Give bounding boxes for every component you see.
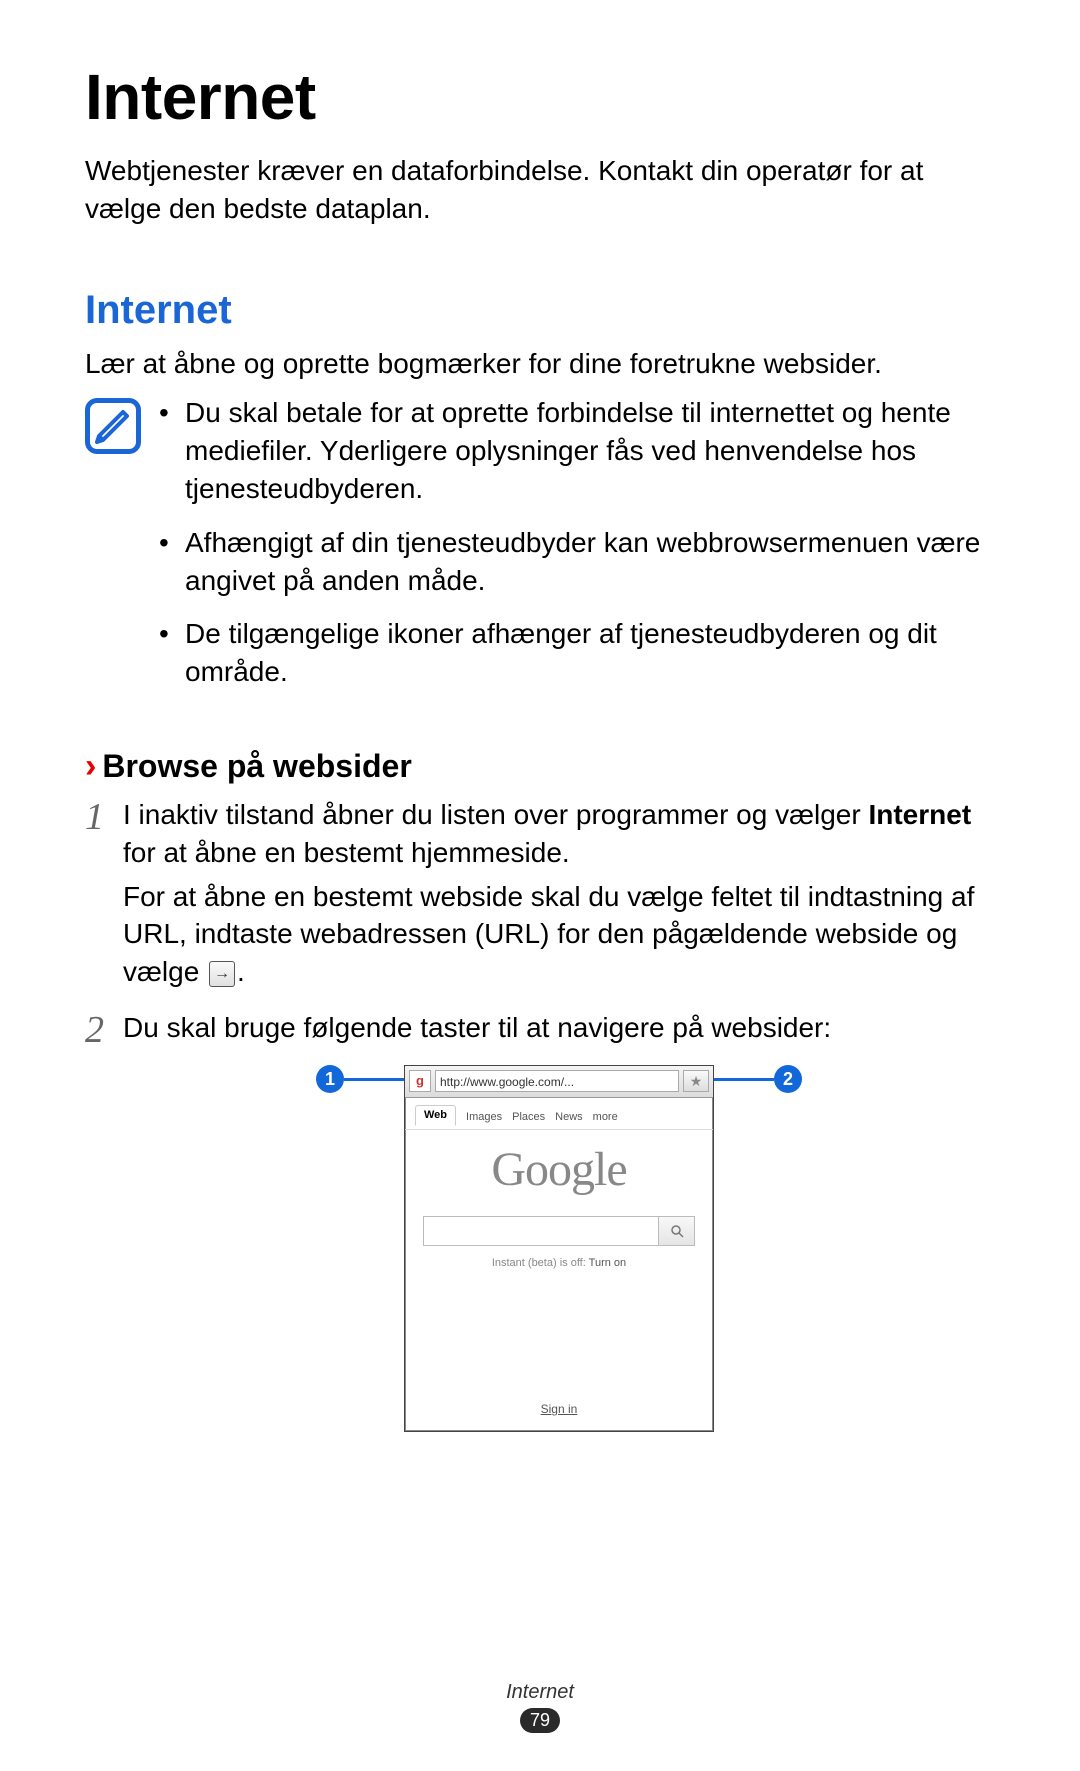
sign-in-link[interactable]: Sign in [405, 1391, 713, 1431]
callout-line [344, 1078, 404, 1081]
step-2-text: Du skal bruge følgende taster til at nav… [123, 1009, 995, 1047]
phone-mock: g http://www.google.com/... ★ Web Images… [404, 1065, 714, 1433]
tab-images[interactable]: Images [466, 1110, 502, 1125]
search-button-icon[interactable] [658, 1217, 694, 1245]
note-item: Du skal betale for at oprette forbindels… [159, 394, 995, 507]
note-list: Du skal betale for at oprette forbindels… [159, 394, 995, 707]
subheading-row: › Browse på websider [85, 747, 995, 786]
note-item: De tilgængelige ikoner afhænger af tjene… [159, 615, 995, 691]
step-1-text-2: For at åbne en bestemt webside skal du v… [123, 878, 995, 991]
section-heading: Internet [85, 288, 995, 333]
tab-news[interactable]: News [555, 1110, 583, 1125]
note-box: Du skal betale for at oprette forbindels… [85, 394, 995, 707]
callout-2: 2 [774, 1065, 802, 1093]
favicon-icon: g [409, 1070, 431, 1092]
bookmark-star-icon[interactable]: ★ [683, 1070, 709, 1092]
page-footer: Internet 79 [0, 1681, 1080, 1733]
callout-line [714, 1078, 774, 1081]
step-1: 1 I inaktiv tilstand åbner du listen ove… [85, 796, 995, 997]
search-input[interactable] [424, 1217, 658, 1245]
instant-turn-on-link[interactable]: Turn on [589, 1257, 627, 1269]
callout-1: 1 [316, 1065, 344, 1093]
step-number: 1 [85, 796, 123, 836]
note-icon [85, 398, 141, 454]
tab-places[interactable]: Places [512, 1110, 545, 1125]
figure: 1 g http://www.google.com/... ★ Web Imag… [123, 1065, 995, 1433]
go-arrow-icon [209, 961, 235, 987]
tab-more[interactable]: more [593, 1110, 618, 1125]
tab-web[interactable]: Web [415, 1105, 456, 1126]
chevron-icon: › [85, 747, 96, 786]
instant-text: Instant (beta) is off: Turn on [405, 1256, 713, 1271]
step-number: 2 [85, 1009, 123, 1049]
step-2: 2 Du skal bruge følgende taster til at n… [85, 1009, 995, 1432]
step-1-text: I inaktiv tilstand åbner du listen over … [123, 796, 995, 872]
steps-list: 1 I inaktiv tilstand åbner du listen ove… [85, 796, 995, 1432]
subheading: Browse på websider [102, 748, 411, 785]
google-tabs: Web Images Places News more [405, 1098, 713, 1130]
section-text: Lær at åbne og oprette bogmærker for din… [85, 345, 995, 383]
footer-section-label: Internet [0, 1681, 1080, 1704]
search-row [423, 1216, 695, 1246]
url-input[interactable]: http://www.google.com/... [435, 1070, 679, 1092]
google-logo: Google [405, 1138, 713, 1203]
note-item: Afhængigt af din tjenesteudbyder kan web… [159, 524, 995, 600]
page-number: 79 [520, 1708, 560, 1733]
url-bar: g http://www.google.com/... ★ [405, 1066, 713, 1098]
intro-text: Webtjenester kræver en dataforbindelse. … [85, 152, 995, 228]
page-title: Internet [85, 60, 995, 134]
